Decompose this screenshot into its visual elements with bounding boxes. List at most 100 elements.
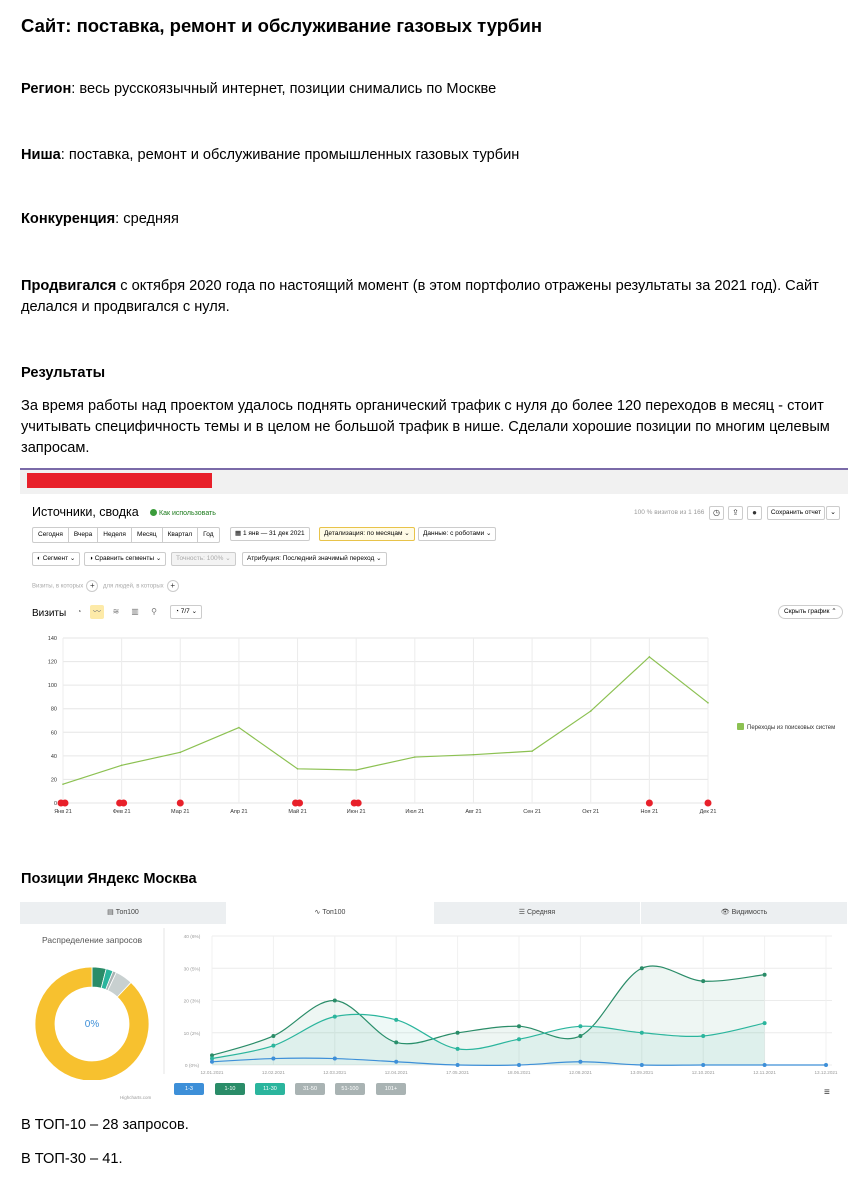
positions-heading-text: Позиции Яндекс Москва — [21, 871, 197, 887]
visits-label: Визиты — [32, 608, 67, 619]
niche-label: Ниша — [21, 147, 61, 163]
tab-visibility[interactable]: 👁 Видимость — [641, 902, 848, 924]
x-tick-label: Май 21 — [288, 808, 306, 815]
data-point — [472, 753, 475, 756]
add-filter-people-icon[interactable]: + — [166, 580, 179, 592]
data-point — [517, 1037, 521, 1042]
add-filter-icon[interactable]: + — [86, 580, 99, 592]
accuracy-label: Точность: 100% — [176, 555, 224, 562]
segment-button[interactable]: ◐ Сегмент ⌄ — [32, 552, 81, 566]
promotion-text-line-1: с октября 2020 года по настоящий момент … — [116, 278, 819, 294]
results-line-2: учитывать специфичность темы и в целом н… — [21, 419, 830, 435]
x-tick-label: 13.09.2021 — [630, 1070, 653, 1075]
annotation-marker — [354, 799, 362, 807]
x-tick-label: Ноя 21 — [641, 809, 659, 815]
promotion-paragraph: Продвигался с октября 2020 года по насто… — [21, 276, 846, 318]
annotation-marker — [645, 799, 653, 807]
period-tab-year[interactable]: Год — [198, 528, 218, 542]
compare-segments-button[interactable]: ◑ Сравнить сегменты ⌄ — [84, 552, 167, 566]
top10-summary: В ТОП-10 – 28 запросов. — [21, 1117, 189, 1133]
y-tick-label: 140 — [48, 636, 57, 642]
chart-menu-icon[interactable]: ≡ — [824, 1087, 830, 1098]
data-point — [394, 1017, 399, 1022]
clock-icon[interactable]: ◷ — [709, 506, 724, 520]
data-point — [120, 764, 123, 767]
data-point — [455, 1030, 460, 1035]
data-point — [531, 750, 533, 752]
y-tick-label: 20 (3%) — [184, 999, 201, 1005]
y-tick-label: 0 (0%) — [185, 1063, 200, 1069]
accuracy-select[interactable]: Точность: 100% ⌄ — [171, 552, 236, 566]
export-icon[interactable]: ⇪ — [728, 506, 743, 520]
tab-average[interactable]: ☰ Средняя — [434, 902, 641, 924]
x-tick-label: 13.12.2021 — [815, 1070, 838, 1075]
x-tick-label: Мар 21 — [171, 809, 189, 815]
legend-label: Переходы из поисковых систем — [747, 725, 836, 731]
chart-legend[interactable]: Переходы из поисковых систем — [737, 723, 835, 731]
info-icon — [150, 509, 157, 516]
y-tick-label: 100 — [48, 683, 57, 689]
annotation-marker — [296, 799, 304, 807]
range-button-51-100[interactable]: 51-100 — [335, 1083, 365, 1095]
period-tab-quarter[interactable]: Квартал — [163, 528, 199, 542]
x-tick-label: Окт 21 — [582, 809, 599, 815]
how-to-link[interactable]: Как использовать — [150, 509, 216, 517]
data-point — [455, 1063, 460, 1067]
donut-center-label: 0% — [85, 1019, 100, 1030]
period-tab-week[interactable]: Неделя — [98, 528, 132, 542]
period-tab-yesterday[interactable]: Вчера — [69, 528, 99, 542]
compare-label: Сравнить сегменты — [94, 555, 155, 562]
range-button-101-plus[interactable]: 101+ — [376, 1083, 406, 1095]
data-point — [707, 702, 709, 704]
series-line — [62, 656, 709, 785]
data-point — [414, 756, 416, 758]
range-button-11-30[interactable]: 11-30 — [255, 1083, 285, 1095]
period-tab-month[interactable]: Месяц — [132, 528, 163, 542]
line-chart-icon[interactable]: 〰 — [90, 605, 104, 619]
tab-top100-table[interactable]: ▤ Топ100 — [20, 902, 227, 924]
range-button-1-10[interactable]: 1-10 — [215, 1083, 245, 1095]
document-title: Сайт: поставка, ремонт и обслуживание га… — [21, 15, 543, 36]
pie-chart-icon[interactable]: ◔ — [72, 605, 86, 619]
metrica-screenshot: Источники, сводка Как использовать 100 %… — [20, 468, 848, 820]
region-text: : весь русскоязычный интернет, позиции с… — [71, 81, 497, 97]
area-chart-icon[interactable]: ≋ — [109, 605, 123, 619]
filter-people-label: для людей, в которых — [102, 583, 164, 590]
attribution-label: Атрибуция: Последний значимый переход — [247, 555, 375, 562]
tab-top100-chart[interactable]: ∿ Топ100 — [227, 902, 434, 924]
save-menu-chevron-icon[interactable]: ⌄ — [826, 506, 840, 520]
x-tick-label: Фев 21 — [113, 809, 131, 815]
data-point — [648, 656, 651, 658]
x-tick-label: 12.01.2021 — [201, 1070, 224, 1075]
save-report-button[interactable]: Сохранить отчет — [767, 506, 825, 520]
x-tick-label: Дек 21 — [700, 809, 717, 815]
data-point — [455, 1046, 460, 1051]
competition-label: Конкуренция — [21, 211, 116, 227]
range-button-31-50[interactable]: 31-50 — [295, 1083, 325, 1095]
map-pin-icon[interactable]: ⚲ — [147, 605, 161, 619]
results-heading-text: Результаты — [21, 365, 106, 381]
bar-chart-icon[interactable]: ▥ — [128, 605, 142, 619]
data-point — [62, 783, 64, 785]
date-range-picker[interactable]: ▦ 1 янв — 31 дек 2021 — [230, 527, 310, 541]
positions-charts: 0% 0 (0%) 10 (2%) 20 (3%) 30 (5%) 40 (6%) 12.0… — [34, 928, 838, 1080]
region-paragraph: Регион: весь русскоязычный интернет, поз… — [21, 79, 846, 100]
series-count-select[interactable]: ◔ 7/7 ⌄ — [170, 605, 203, 619]
period-tab-today[interactable]: Сегодня — [33, 528, 69, 542]
y-tick-label: 20 — [51, 777, 57, 783]
data-select[interactable]: Данные: с роботами ⌄ — [418, 527, 497, 541]
detail-select[interactable]: Детализация: по месяцам ⌄ — [319, 527, 415, 541]
traffic-line-chart: 0 20 40 60 80 100 120 140 Янв 21 Фев 21 Мар 21 Апр … — [48, 636, 717, 815]
share-icon[interactable]: ● — [747, 506, 762, 520]
competition-paragraph: Конкуренция: средняя — [21, 209, 846, 230]
x-tick-label: Янв 21 — [54, 809, 72, 815]
x-tick-label: Авг 21 — [465, 809, 481, 815]
data-point — [639, 966, 644, 971]
positions-tabs: ▤ Топ100 ∿ Топ100 ☰ Средняя 👁 Видимость — [20, 902, 848, 924]
promotion-label: Продвигался — [21, 278, 117, 294]
hide-chart-button[interactable]: Скрыть график ⌃ — [778, 605, 843, 619]
data-point — [332, 1056, 337, 1061]
attribution-select[interactable]: Атрибуция: Последний значимый переход ⌄ — [242, 552, 387, 566]
eye-icon: 👁 — [720, 909, 732, 916]
range-button-1-3[interactable]: 1-3 — [174, 1083, 204, 1095]
